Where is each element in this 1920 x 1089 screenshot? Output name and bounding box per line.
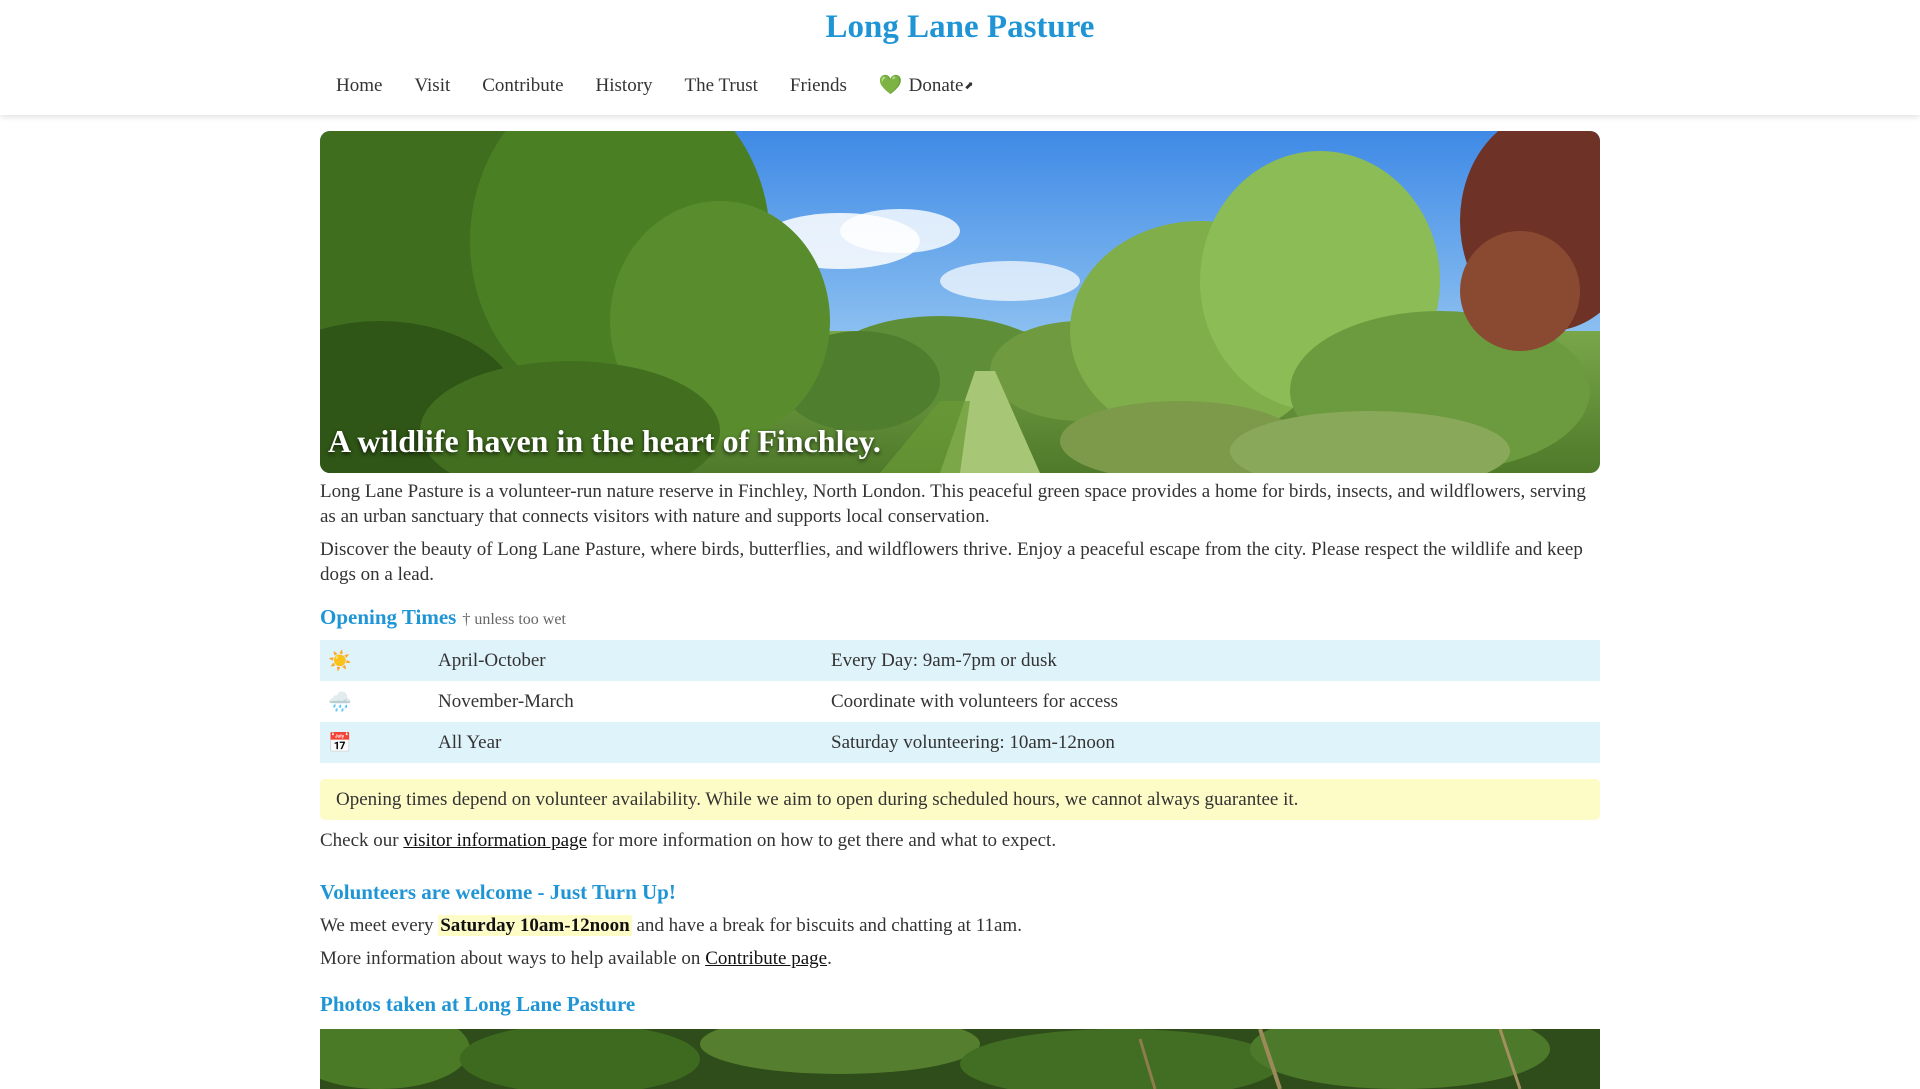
green-heart-icon: 💚: [878, 75, 903, 96]
nav-visit[interactable]: Visit: [398, 72, 466, 100]
volunteers-heading: Volunteers are welcome - Just Turn Up!: [320, 880, 676, 904]
visitor-info-prefix: Check our: [320, 830, 404, 851]
site-header: Long Lane Pasture Home Visit Contribute …: [0, 0, 1920, 115]
opening-times-header: Opening Times † unless too wet: [320, 605, 1600, 630]
rain-cloud-icon: 🌧️: [328, 691, 352, 713]
meeting-time-highlight: Saturday 10am-12noon: [438, 915, 632, 936]
period-cell: April-October: [430, 640, 823, 681]
nav-donate[interactable]: 💚 Donate ⬈: [863, 72, 990, 100]
nav-donate-label: Donate: [908, 75, 964, 96]
visitor-info-suffix: for more information on how to get there…: [587, 830, 1057, 851]
opening-times-note: † unless too wet: [462, 611, 566, 628]
photo-gallery-image: [320, 1029, 1600, 1089]
availability-warning-text: Opening times depend on volunteer availa…: [336, 788, 1299, 810]
contribute-prefix: More information about ways to help avai…: [320, 948, 706, 969]
hero-photo-illustration: [320, 131, 1600, 473]
period-cell: November-March: [438, 690, 574, 712]
main-content: A wildlife haven in the heart of Finchle…: [320, 131, 1600, 1089]
nav-history[interactable]: History: [580, 72, 669, 100]
nav-the-trust[interactable]: The Trust: [669, 72, 774, 100]
table-row: 📅 All Year Saturday volunteering: 10am-1…: [320, 722, 1600, 763]
contribute-page-link[interactable]: Contribute page: [705, 948, 827, 969]
opening-times-table: ☀️ April-October Every Day: 9am-7pm or d…: [320, 640, 1600, 763]
visitor-info-line: Check our visitor information page for m…: [320, 828, 1600, 853]
photos-heading: Photos taken at Long Lane Pasture: [320, 992, 636, 1016]
meeting-time-line: We meet every Saturday 10am-12noon and h…: [320, 913, 1600, 938]
contribute-suffix: .: [827, 948, 832, 969]
table-row: ☀️ April-October Every Day: 9am-7pm or d…: [320, 640, 1600, 681]
opening-times-heading: Opening Times: [320, 605, 457, 629]
contribute-info-line: More information about ways to help avai…: [320, 946, 1600, 971]
nav-home[interactable]: Home: [320, 72, 398, 100]
detail-cell: Coordinate with volunteers for access: [831, 690, 1119, 712]
intro-paragraph-2: Discover the beauty of Long Lane Pasture…: [320, 539, 1583, 585]
nav-contribute[interactable]: Contribute: [466, 72, 579, 100]
detail-cell: Saturday volunteering: 10am-12noon: [823, 722, 1600, 763]
sun-icon: ☀️: [320, 640, 430, 681]
detail-cell: Every Day: 9am-7pm or dusk: [823, 640, 1600, 681]
site-title: Long Lane Pasture: [0, 0, 1920, 46]
nav-friends[interactable]: Friends: [774, 72, 863, 100]
external-link-icon: ⬈: [964, 80, 974, 92]
visitor-information-link[interactable]: visitor information page: [403, 830, 587, 851]
site-title-link[interactable]: Long Lane Pasture: [826, 9, 1095, 45]
intro-paragraph-1: Long Lane Pasture is a volunteer-run nat…: [320, 481, 1586, 527]
period-cell: All Year: [430, 722, 823, 763]
hero-image: A wildlife haven in the heart of Finchle…: [320, 131, 1600, 473]
availability-warning: Opening times depend on volunteer availa…: [320, 779, 1600, 820]
main-nav: Home Visit Contribute History The Trust …: [320, 72, 990, 100]
calendar-icon: 📅: [320, 722, 430, 763]
meeting-prefix: We meet every: [320, 915, 439, 936]
gallery-photo-illustration: [320, 1029, 1600, 1089]
table-row: 🌧️ November-March Coordinate with volunt…: [320, 681, 1600, 722]
hero-caption: A wildlife haven in the heart of Finchle…: [328, 423, 881, 459]
meeting-suffix: and have a break for biscuits and chatti…: [631, 915, 1022, 936]
